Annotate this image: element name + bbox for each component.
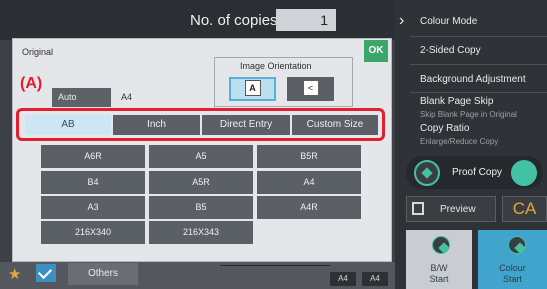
menu-blank-page-skip[interactable]: Blank Page Skip <box>420 96 493 107</box>
tab-inch[interactable]: Inch <box>113 115 200 135</box>
tab-ab[interactable]: AB <box>25 115 111 135</box>
blank-page-skip-desc: Skip Blank Page in Original <box>420 110 517 119</box>
menu-2-sided-copy[interactable]: 2-Sided Copy <box>420 45 481 56</box>
ok-button[interactable]: OK <box>364 40 388 62</box>
size-a4r[interactable]: A4R <box>257 196 361 219</box>
size-b5r[interactable]: B5R <box>257 145 361 168</box>
tab-custom-size[interactable]: Custom Size <box>292 115 378 135</box>
copies-input[interactable]: 1 <box>276 9 336 31</box>
tab-direct-entry[interactable]: Direct Entry <box>202 115 290 135</box>
bw-label: B/W <box>430 263 448 273</box>
bw-start-label: Start <box>429 274 449 284</box>
bw-start-button[interactable]: B/W Start <box>406 230 472 289</box>
size-216x340[interactable]: 216X340 <box>41 221 145 244</box>
copies-label: No. of copies <box>190 12 278 29</box>
menu-background-adjustment[interactable]: Background Adjustment <box>420 74 526 85</box>
tray-size-label: A4 <box>362 272 388 286</box>
dialog-title: Original <box>22 47 54 57</box>
others-button[interactable]: Others <box>68 263 138 285</box>
proof-copy-label: Proof Copy <box>452 167 503 178</box>
size-a3[interactable]: A3 <box>41 196 145 219</box>
diamond-icon <box>432 236 450 254</box>
orientation-landscape-button[interactable]: < <box>287 77 334 101</box>
diamond-icon <box>508 236 526 254</box>
clear-all-button[interactable]: CA <box>502 196 547 222</box>
star-icon[interactable]: ★ <box>8 265 21 283</box>
size-a6r[interactable]: A6R <box>41 145 145 168</box>
divider <box>410 64 547 65</box>
landscape-icon: < <box>303 81 318 95</box>
diamond-icon <box>414 160 440 186</box>
diamond-icon[interactable] <box>511 160 537 186</box>
colour-start-button[interactable]: Colour Start <box>478 230 547 289</box>
size-a4[interactable]: A4 <box>257 171 361 194</box>
menu-colour-mode[interactable]: Colour Mode <box>420 16 477 27</box>
size-b4[interactable]: B4 <box>41 171 145 194</box>
size-216x343[interactable]: 216X343 <box>149 221 253 244</box>
colour-start-label: Start <box>502 274 522 284</box>
copy-ratio-desc: Enlarge/Reduce Copy <box>420 137 499 146</box>
size-a5r[interactable]: A5R <box>149 171 253 194</box>
orientation-portrait-button[interactable]: A <box>229 77 276 101</box>
divider <box>410 36 547 37</box>
check-icon[interactable] <box>36 264 56 282</box>
preview-label: Preview <box>440 204 476 215</box>
chevron-right-icon[interactable]: › <box>399 12 404 30</box>
size-a5[interactable]: A5 <box>149 145 253 168</box>
image-orientation-title: Image Orientation <box>240 61 312 71</box>
paper-tray-indicator <box>220 265 330 285</box>
menu-copy-ratio[interactable]: Copy Ratio <box>420 123 469 134</box>
portrait-icon: A <box>244 80 261 96</box>
divider <box>410 92 547 93</box>
selected-size-label: A4 <box>121 92 133 102</box>
auto-size-button[interactable]: Auto <box>52 88 111 107</box>
colour-label: Colour <box>499 263 526 273</box>
size-b5[interactable]: B5 <box>149 196 253 219</box>
tray-size-label: A4 <box>330 272 356 286</box>
preview-icon <box>412 202 424 215</box>
callout-label: (A) <box>20 75 43 92</box>
